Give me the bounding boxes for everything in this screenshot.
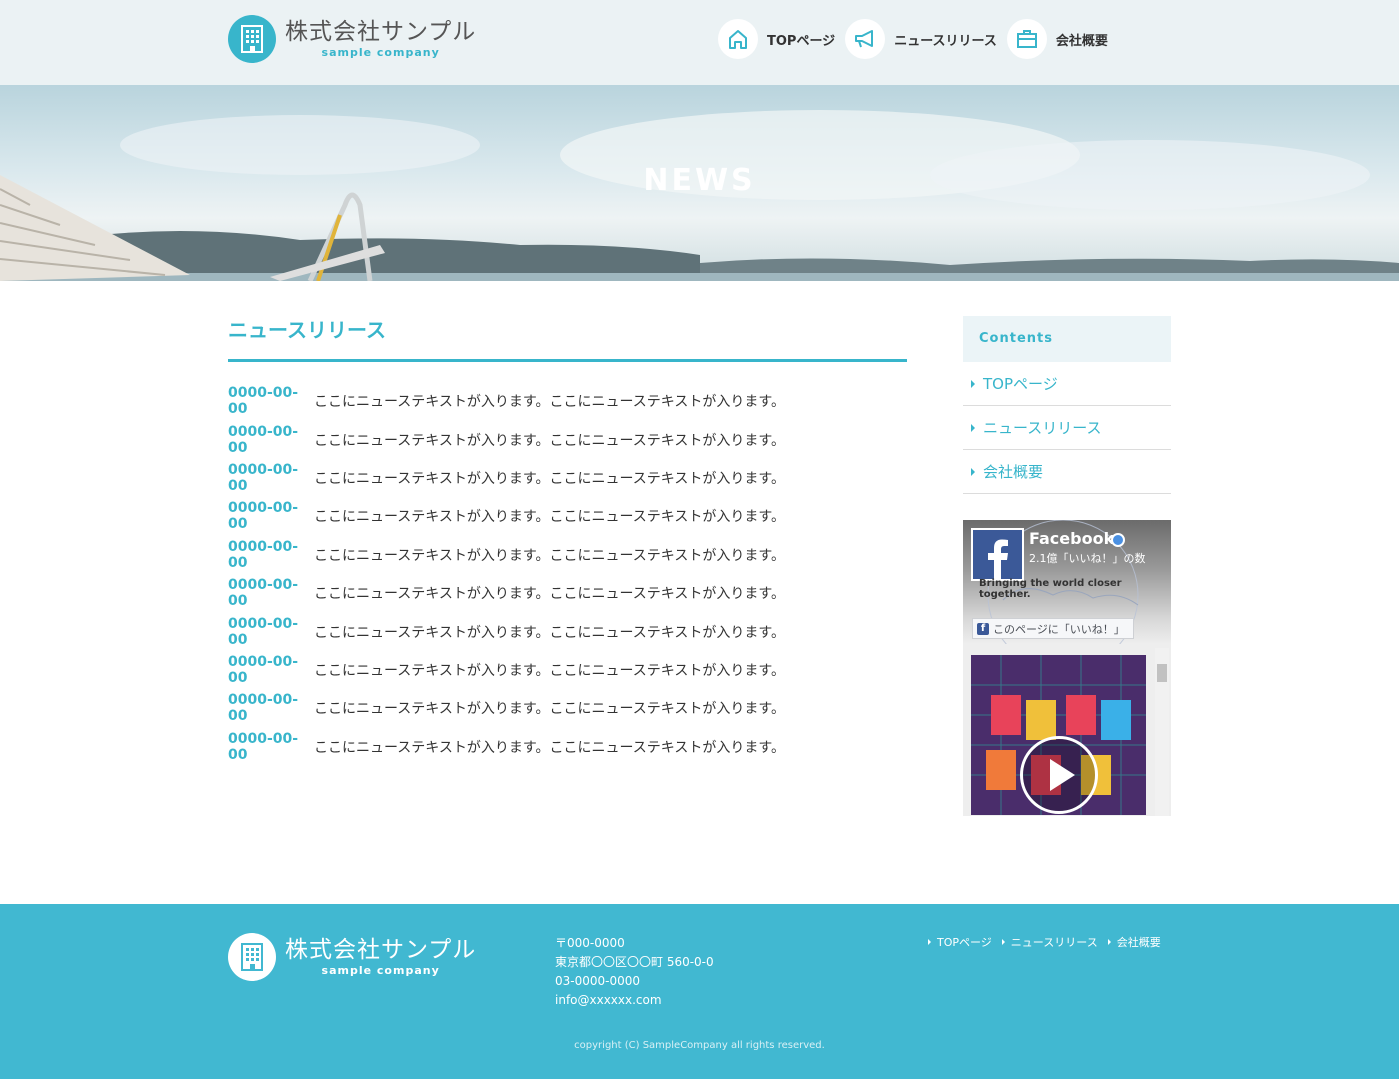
like-button-label: このページに「いいね！」 (993, 622, 1125, 636)
hero-banner: NEWS (0, 85, 1399, 281)
news-item[interactable]: 0000-00-00 ここにニューステキストが入ります。ここにニューステキストが入… (228, 689, 907, 727)
sidebar-item-label: TOPページ (983, 375, 1058, 393)
news-item[interactable]: 0000-00-00 ここにニューステキストが入ります。ここにニューステキストが入… (228, 420, 907, 458)
caret-right-icon (1001, 939, 1005, 945)
sidebar-heading: Contents (963, 316, 1171, 362)
news-item[interactable]: 0000-00-00 ここにニューステキストが入ります。ここにニューステキストが入… (228, 459, 907, 497)
footer-nav-news[interactable]: ニュースリリース (1001, 934, 1098, 950)
facebook-like-count: 2.1億「いいね！」の数 (1029, 552, 1146, 565)
building-icon (228, 933, 276, 981)
title-divider (228, 359, 907, 362)
footer-nav: TOPページ ニュースリリース 会社概要 (928, 934, 1171, 950)
hero-title: NEWS (643, 163, 756, 198)
nav-label: ニュースリリース (894, 33, 997, 49)
email-address[interactable]: info@xxxxxx.com (555, 991, 714, 1010)
sidebar-item-top[interactable]: TOPページ (963, 362, 1171, 406)
play-button-icon[interactable] (1020, 736, 1098, 814)
briefcase-icon (1006, 19, 1047, 59)
news-text[interactable]: ここにニューステキストが入ります。ここにニューステキストが入ります。 (314, 506, 785, 526)
building-icon (228, 15, 276, 63)
news-text[interactable]: ここにニューステキストが入ります。ここにニューステキストが入ります。 (314, 737, 785, 757)
news-date: 0000-00-00 (228, 653, 299, 686)
facebook-slogan: Bringing the world closer together. (979, 578, 1122, 600)
sidebar-item-company[interactable]: 会社概要 (963, 450, 1171, 494)
nav-label: 会社概要 (1055, 33, 1108, 49)
logo-tagline: sample company (321, 46, 440, 59)
facebook-video-post[interactable] (971, 655, 1146, 815)
footer-tagline: sample company (321, 964, 440, 977)
footer-logo[interactable]: 株式会社サンプル sample company (228, 932, 476, 982)
footer-nav-label: ニュースリリース (1010, 936, 1098, 949)
news-item[interactable]: 0000-00-00 ここにニューステキストが入ります。ここにニューステキストが入… (228, 728, 907, 766)
nav-item-top[interactable]: TOPページ (718, 19, 835, 59)
scrollbar-thumb[interactable] (1157, 664, 1167, 682)
postal-code: 〒000-0000 (555, 936, 625, 950)
footer-company-name: 株式会社サンプル (285, 937, 477, 963)
news-item[interactable]: 0000-00-00 ここにニューステキストが入ります。ここにニューステキストが入… (228, 651, 907, 689)
news-item[interactable]: 0000-00-00 ここにニューステキストが入ります。ここにニューステキストが入… (228, 382, 907, 420)
page-title: ニュースリリース (228, 318, 386, 342)
widget-scrollbar[interactable] (1155, 648, 1169, 816)
facebook-f-icon: f (977, 622, 989, 635)
news-text[interactable]: ここにニューステキストが入ります。ここにニューステキストが入ります。 (314, 622, 785, 642)
facebook-widget: Facebook 2.1億「いいね！」の数 Bringing the world… (963, 520, 1171, 816)
news-list: 0000-00-00 ここにニューステキストが入ります。ここにニューステキストが入… (228, 382, 907, 766)
news-text[interactable]: ここにニューステキストが入ります。ここにニューステキストが入ります。 (314, 468, 785, 488)
caret-right-icon (971, 423, 975, 432)
site-footer: 株式会社サンプル sample company 〒000-0000 東京都〇〇区… (0, 904, 1399, 1079)
news-item[interactable]: 0000-00-00 ここにニューステキストが入ります。ここにニューステキストが入… (228, 536, 907, 574)
footer-nav-label: 会社概要 (1116, 936, 1161, 949)
facebook-logo-icon[interactable] (971, 528, 1024, 581)
site-logo[interactable]: 株式会社サンプル sample company (228, 14, 476, 64)
caret-right-icon (928, 939, 931, 945)
sidebar-item-news[interactable]: ニュースリリース (963, 406, 1171, 450)
facebook-page-name[interactable]: Facebook (1029, 529, 1114, 548)
sidebar-item-label: ニュースリリース (983, 419, 1102, 437)
caret-right-icon (971, 467, 975, 476)
sidebar-menu: TOPページ ニュースリリース 会社概要 (963, 362, 1171, 494)
sidebar-item-label: 会社概要 (983, 463, 1044, 481)
caret-right-icon (971, 379, 975, 388)
verified-badge-icon (1111, 533, 1125, 547)
facebook-like-button[interactable]: f このページに「いいね！」 (972, 618, 1134, 639)
news-item[interactable]: 0000-00-00 ここにニューステキストが入ります。ここにニューステキストが入… (228, 612, 907, 650)
news-date: 0000-00-00 (228, 461, 299, 494)
news-text[interactable]: ここにニューステキストが入ります。ここにニューステキストが入ります。 (314, 430, 785, 450)
phone-number: 03-0000-0000 (555, 974, 641, 988)
site-header: 株式会社サンプル sample company TOPページ ニュースリリース … (0, 0, 1399, 85)
news-text[interactable]: ここにニューステキストが入ります。ここにニューステキストが入ります。 (314, 545, 785, 565)
facebook-cover: Facebook 2.1億「いいね！」の数 Bringing the world… (963, 520, 1171, 644)
footer-nav-company[interactable]: 会社概要 (1107, 934, 1161, 950)
news-date: 0000-00-00 (228, 577, 299, 610)
news-text[interactable]: ここにニューステキストが入ります。ここにニューステキストが入ります。 (314, 391, 785, 411)
logo-company-name: 株式会社サンプル (285, 19, 477, 45)
nav-label: TOPページ (767, 33, 836, 49)
megaphone-icon (845, 19, 886, 59)
news-item[interactable]: 0000-00-00 ここにニューステキストが入ります。ここにニューステキストが入… (228, 574, 907, 612)
caret-right-icon (1107, 939, 1111, 945)
street-address: 東京都〇〇区〇〇町 560-0-0 (555, 955, 714, 969)
footer-nav-top[interactable]: TOPページ (928, 934, 992, 950)
footer-nav-label: TOPページ (937, 936, 992, 949)
nav-item-news[interactable]: ニュースリリース (845, 19, 997, 59)
news-date: 0000-00-00 (228, 538, 299, 571)
news-date: 0000-00-00 (228, 615, 299, 648)
news-text[interactable]: ここにニューステキストが入ります。ここにニューステキストが入ります。 (314, 583, 785, 603)
news-date: 0000-00-00 (228, 692, 299, 725)
footer-address: 〒000-0000 東京都〇〇区〇〇町 560-0-0 03-0000-0000… (555, 934, 714, 1010)
news-date: 0000-00-00 (228, 385, 299, 418)
news-date: 0000-00-00 (228, 423, 299, 456)
news-text[interactable]: ここにニューステキストが入ります。ここにニューステキストが入ります。 (314, 698, 785, 718)
news-text[interactable]: ここにニューステキストが入ります。ここにニューステキストが入ります。 (314, 660, 785, 680)
main-nav: TOPページ ニュースリリース 会社概要 (718, 19, 1118, 59)
copyright-notice: copyright (C) SampleCompany all rights r… (574, 1040, 825, 1051)
news-date: 0000-00-00 (228, 500, 299, 533)
home-icon (718, 19, 758, 59)
news-date: 0000-00-00 (228, 730, 299, 763)
nav-item-company[interactable]: 会社概要 (1006, 19, 1108, 59)
news-item[interactable]: 0000-00-00 ここにニューステキストが入ります。ここにニューステキストが入… (228, 497, 907, 535)
